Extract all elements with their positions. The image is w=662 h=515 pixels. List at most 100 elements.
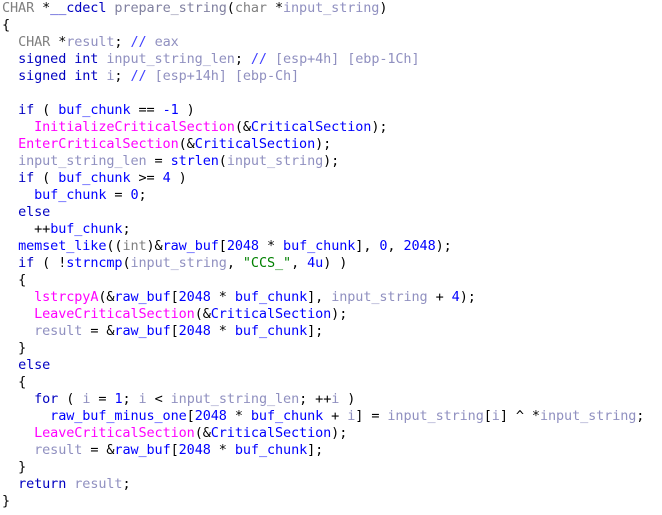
code-line[interactable]: {: [0, 272, 662, 289]
token-num[interactable]: 4: [163, 170, 171, 186]
token-local[interactable]: input_string: [540, 408, 636, 424]
code-line[interactable]: input_string_len = strlen(input_string);: [0, 153, 662, 170]
token-num[interactable]: 2048: [179, 323, 211, 339]
token-local[interactable]: i: [139, 391, 147, 407]
code-line[interactable]: signed int i; // [esp+14h] [ebp-Ch]: [0, 68, 662, 85]
token-lib[interactable]: raw_buf: [114, 289, 170, 305]
token-local[interactable]: result: [34, 442, 82, 458]
code-line[interactable]: CHAR *__cdecl prepare_string(char *input…: [0, 0, 662, 17]
code-line[interactable]: CHAR *result; // eax: [0, 34, 662, 51]
token-lib[interactable]: CriticalSection: [211, 425, 332, 441]
token-keyword[interactable]: signed int: [18, 68, 106, 84]
code-line[interactable]: if ( buf_chunk == -1 ): [0, 102, 662, 119]
token-local[interactable]: input_string: [331, 289, 427, 305]
token-api[interactable]: EnterCriticalSection: [18, 136, 179, 152]
code-line[interactable]: }: [0, 459, 662, 476]
token-local[interactable]: input_string: [227, 153, 323, 169]
token-local[interactable]: input_string_len: [18, 153, 147, 169]
token-local[interactable]: result: [74, 476, 122, 492]
code-line[interactable]: lstrcpyA(&raw_buf[2048 * buf_chunk], inp…: [0, 289, 662, 306]
token-lib[interactable]: buf_chunk: [283, 238, 355, 254]
code-line[interactable]: buf_chunk = 0;: [0, 187, 662, 204]
token-lib[interactable]: buf_chunk: [251, 408, 323, 424]
token-local[interactable]: input_string_len: [106, 51, 235, 67]
token-lib[interactable]: buf_chunk: [235, 289, 307, 305]
token-lib[interactable]: CriticalSection: [251, 119, 372, 135]
token-num[interactable]: -1: [163, 102, 179, 118]
code-line[interactable]: memset_like((int)&raw_buf[2048 * buf_chu…: [0, 238, 662, 255]
token-type[interactable]: int: [122, 238, 146, 254]
token-type[interactable]: CHAR: [18, 34, 58, 50]
token-func[interactable]: prepare_string: [114, 0, 226, 16]
token-keyword[interactable]: __cdecl: [50, 0, 114, 16]
token-type[interactable]: char: [235, 0, 275, 16]
token-keyword[interactable]: else: [18, 357, 50, 373]
token-keyword[interactable]: if: [18, 255, 34, 271]
token-keyword[interactable]: return: [18, 476, 66, 492]
code-line[interactable]: signed int input_string_len; // [esp+4h]…: [0, 51, 662, 68]
pseudocode-view[interactable]: CHAR *__cdecl prepare_string(char *input…: [0, 0, 662, 515]
token-str[interactable]: "CCS_": [243, 255, 291, 271]
token-local[interactable]: input_string_len: [171, 391, 300, 407]
token-local[interactable]: i: [492, 408, 500, 424]
token-num[interactable]: 2048: [403, 238, 435, 254]
token-lib[interactable]: strlen: [171, 153, 219, 169]
code-line[interactable]: if ( buf_chunk >= 4 ): [0, 170, 662, 187]
token-cmtmark[interactable]: //: [130, 68, 154, 84]
code-line[interactable]: LeaveCriticalSection(&CriticalSection);: [0, 425, 662, 442]
code-line[interactable]: InitializeCriticalSection(&CriticalSecti…: [0, 119, 662, 136]
code-line[interactable]: else: [0, 204, 662, 221]
token-num[interactable]: 2048: [179, 289, 211, 305]
token-lib[interactable]: buf_chunk: [235, 442, 307, 458]
code-line[interactable]: EnterCriticalSection(&CriticalSection);: [0, 136, 662, 153]
token-lib[interactable]: memset_like: [18, 238, 106, 254]
token-lib[interactable]: buf_chunk: [58, 102, 130, 118]
code-line[interactable]: {: [0, 17, 662, 34]
token-num[interactable]: 2048: [195, 408, 227, 424]
token-keyword[interactable]: signed int: [18, 51, 106, 67]
token-local[interactable]: result: [66, 34, 114, 50]
token-lib[interactable]: raw_buf: [163, 238, 219, 254]
code-line[interactable]: for ( i = 1; i < input_string_len; ++i ): [0, 391, 662, 408]
token-local[interactable]: input_string: [387, 408, 483, 424]
token-api[interactable]: InitializeCriticalSection: [34, 119, 235, 135]
token-num[interactable]: 0: [130, 187, 138, 203]
token-comment[interactable]: [esp+4h] [ebp-1Ch]: [275, 51, 420, 67]
token-num[interactable]: 2048: [227, 238, 259, 254]
token-lib[interactable]: buf_chunk: [58, 170, 130, 186]
code-line[interactable]: {: [0, 374, 662, 391]
code-line[interactable]: ++buf_chunk;: [0, 221, 662, 238]
code-line[interactable]: result = &raw_buf[2048 * buf_chunk];: [0, 323, 662, 340]
token-local[interactable]: input_string: [283, 0, 379, 16]
token-api[interactable]: LeaveCriticalSection: [34, 306, 195, 322]
token-keyword[interactable]: if: [18, 102, 34, 118]
token-comment[interactable]: [esp+14h] [ebp-Ch]: [155, 68, 300, 84]
token-cmtmark[interactable]: //: [251, 51, 275, 67]
token-local[interactable]: result: [34, 323, 82, 339]
token-lib[interactable]: strncmp: [66, 255, 122, 271]
token-keyword[interactable]: for: [34, 391, 58, 407]
token-lib[interactable]: buf_chunk: [50, 221, 122, 237]
code-line[interactable]: LeaveCriticalSection(&CriticalSection);: [0, 306, 662, 323]
token-lib[interactable]: raw_buf_minus_one: [50, 408, 187, 424]
code-line[interactable]: }: [0, 340, 662, 357]
code-line[interactable]: return result;: [0, 476, 662, 493]
code-line[interactable]: raw_buf_minus_one[2048 * buf_chunk + i] …: [0, 408, 662, 425]
token-num[interactable]: 4u: [307, 255, 323, 271]
code-line[interactable]: result = &raw_buf[2048 * buf_chunk];: [0, 442, 662, 459]
token-lib[interactable]: CriticalSection: [195, 136, 316, 152]
code-line[interactable]: [0, 85, 662, 102]
token-comment[interactable]: eax: [155, 34, 179, 50]
code-line[interactable]: if ( !strncmp(input_string, "CCS_", 4u) …: [0, 255, 662, 272]
token-keyword[interactable]: if: [18, 170, 34, 186]
token-cmtmark[interactable]: //: [130, 34, 154, 50]
token-type[interactable]: CHAR: [2, 0, 42, 16]
token-lib[interactable]: CriticalSection: [211, 306, 332, 322]
token-lib[interactable]: raw_buf: [114, 323, 170, 339]
code-line[interactable]: else: [0, 357, 662, 374]
token-keyword[interactable]: else: [18, 204, 50, 220]
token-lib[interactable]: raw_buf: [114, 442, 170, 458]
token-num[interactable]: 2048: [179, 442, 211, 458]
token-lib[interactable]: buf_chunk: [235, 323, 307, 339]
token-api[interactable]: lstrcpyA: [34, 289, 98, 305]
